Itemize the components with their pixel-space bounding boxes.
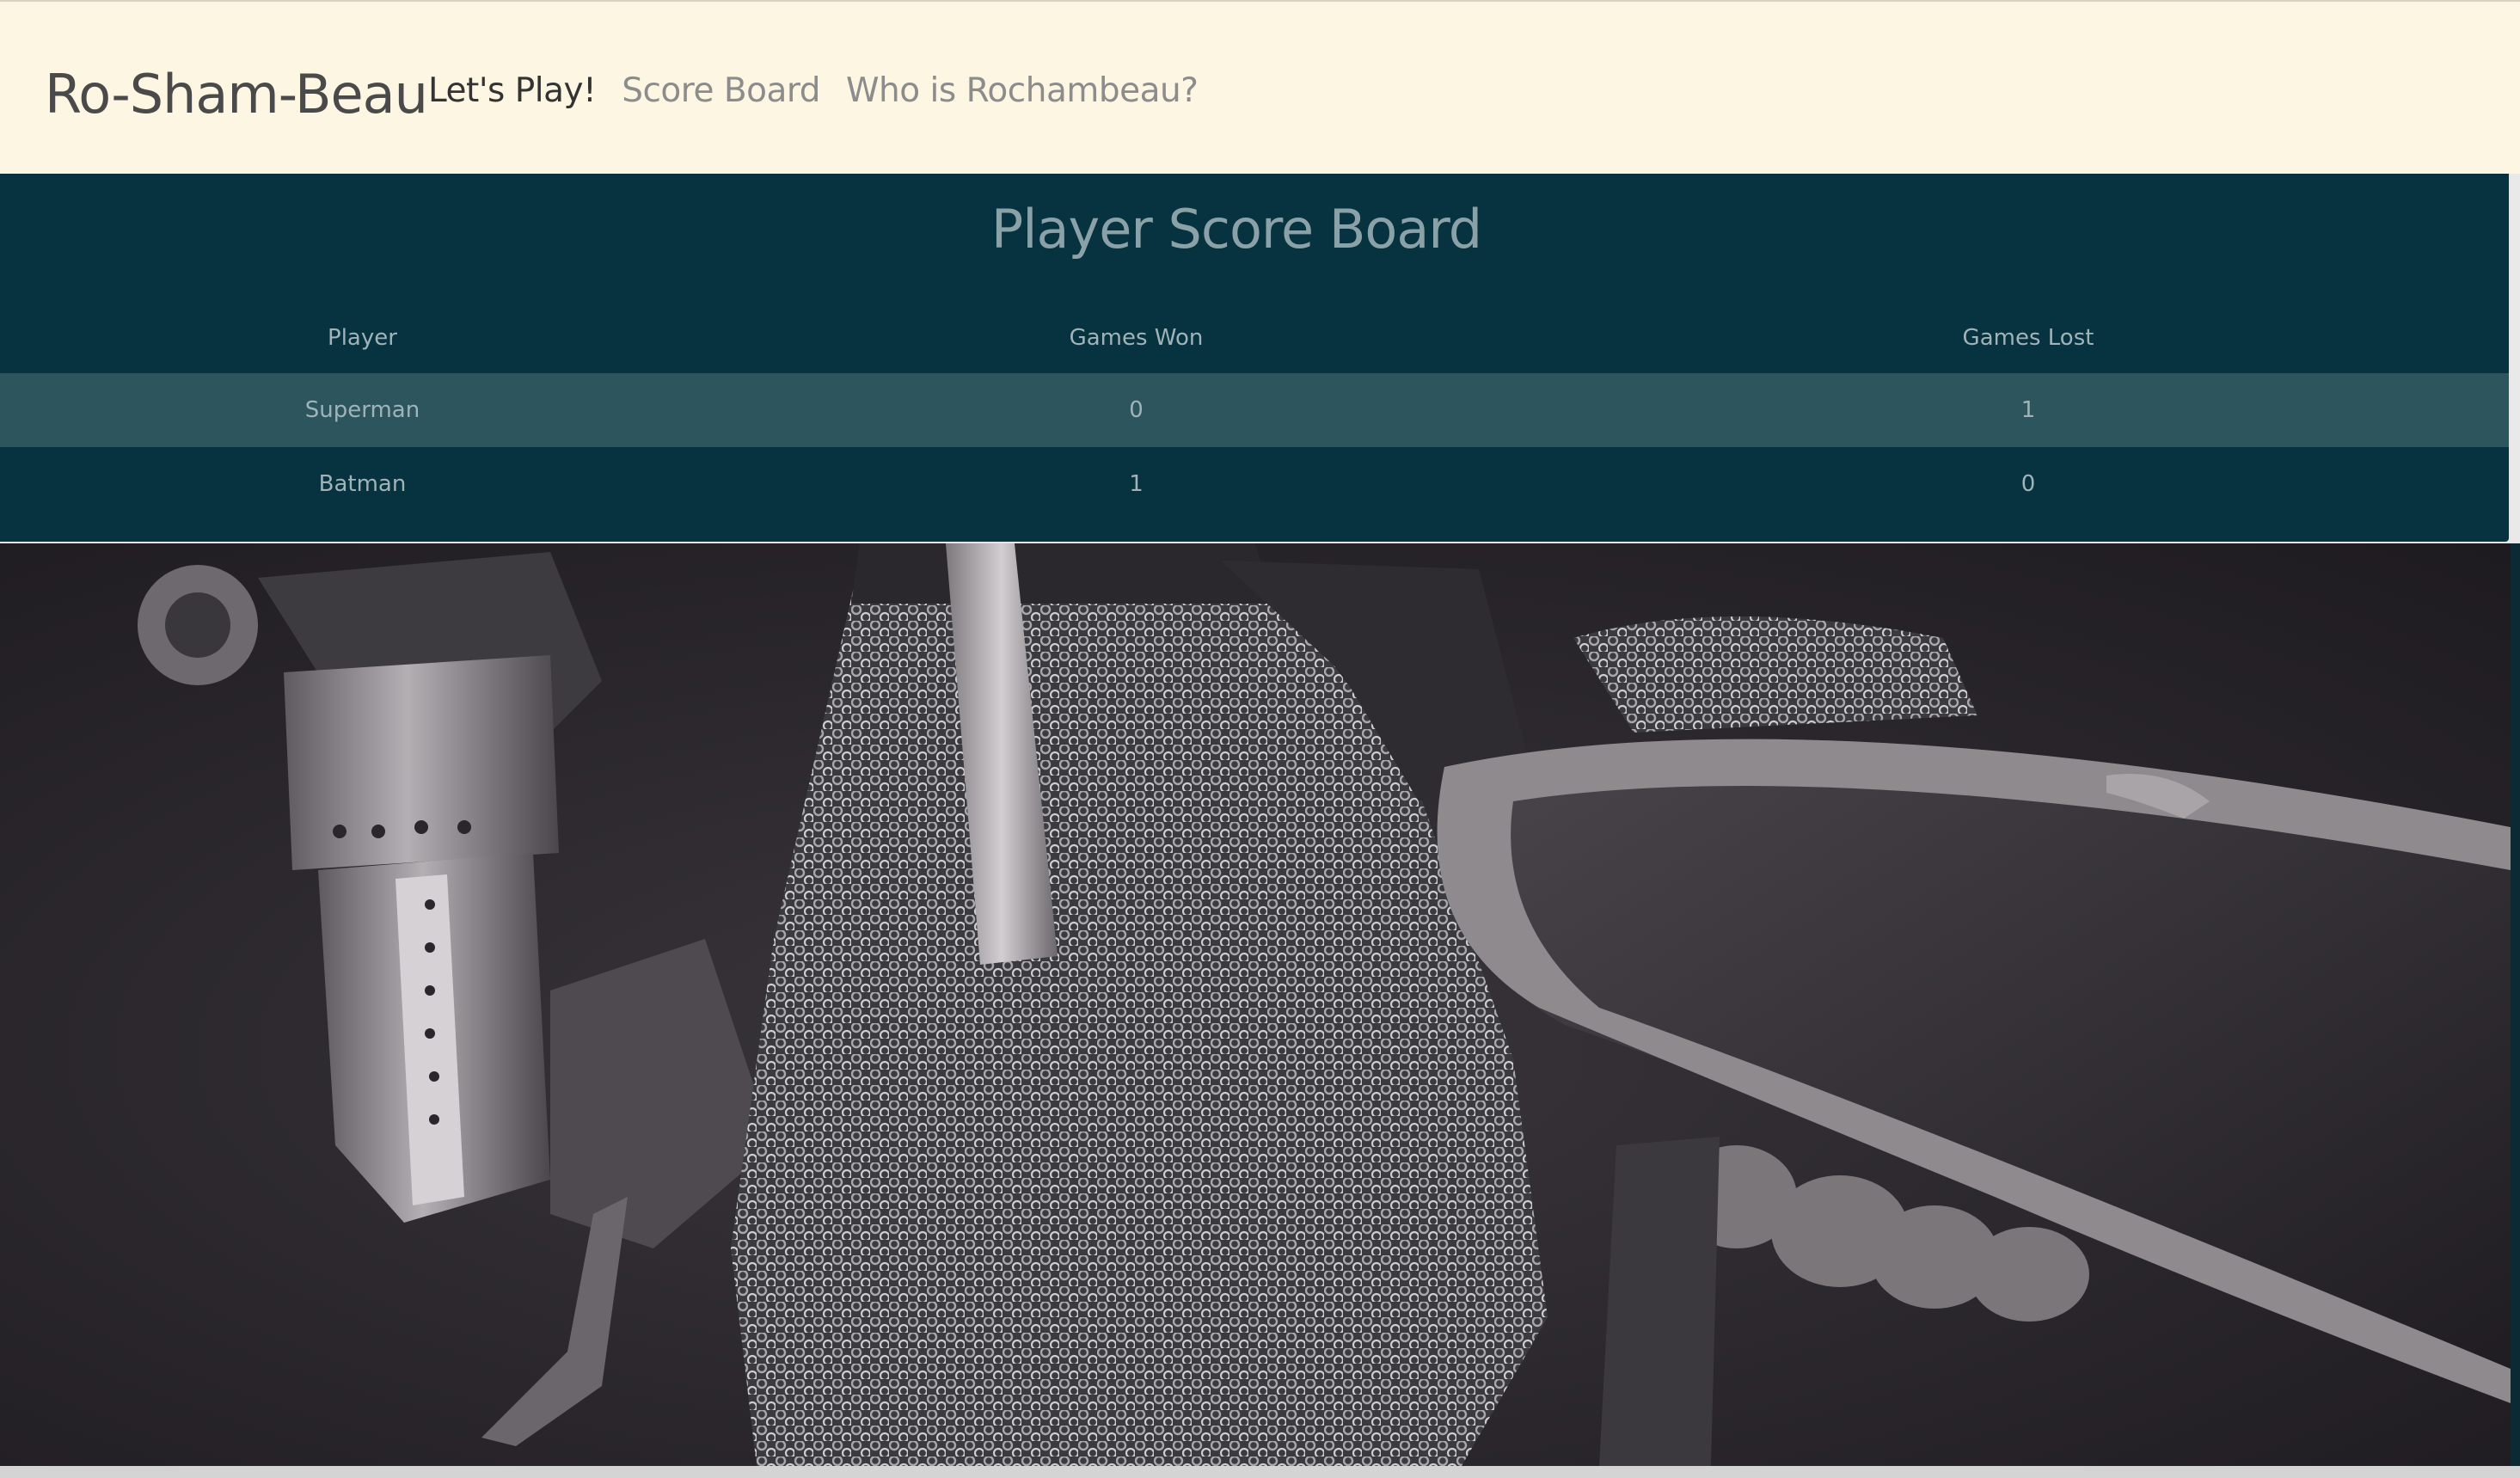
nav-link-score-board[interactable]: Score Board	[622, 67, 820, 115]
score-board-title: Player Score Board	[990, 198, 1482, 261]
cell-games-won: 0	[1129, 397, 1144, 423]
page: Ro-Sham-Beau Let's Play! Score Board Who…	[0, 0, 2520, 1478]
right-edge-strip	[2511, 543, 2520, 1466]
column-header-games-won: Games Won	[1069, 325, 1204, 351]
nav-link-lets-play[interactable]: Let's Play!	[428, 67, 597, 115]
cell-games-lost: 0	[2020, 471, 2036, 497]
cell-games-won: 1	[1129, 471, 1144, 497]
cell-player: Superman	[304, 397, 420, 423]
horizontal-scrollbar[interactable]	[0, 1466, 2520, 1478]
score-table-header-row: Player Games Won Games Lost	[0, 303, 2509, 373]
brand-logo-link[interactable]: Ro-Sham-Beau	[45, 60, 428, 129]
cell-games-lost: 1	[2020, 397, 2036, 423]
nav-link-who-is-rochambeau[interactable]: Who is Rochambeau?	[846, 67, 1199, 115]
hero-knight-image	[0, 543, 2511, 1466]
column-header-games-lost: Games Lost	[1962, 325, 2094, 351]
score-board-panel: Player Score Board Player Games Won Game…	[0, 174, 2511, 543]
score-table: Player Games Won Games Lost Superman 0 1…	[0, 303, 2509, 521]
cell-player: Batman	[318, 471, 407, 497]
column-header-player: Player	[328, 325, 397, 351]
nav-links: Let's Play! Score Board Who is Rochambea…	[428, 67, 1199, 115]
table-row: Superman 0 1	[0, 373, 2509, 447]
navbar: Ro-Sham-Beau Let's Play! Score Board Who…	[0, 0, 2520, 174]
table-row: Batman 1 0	[0, 447, 2509, 521]
